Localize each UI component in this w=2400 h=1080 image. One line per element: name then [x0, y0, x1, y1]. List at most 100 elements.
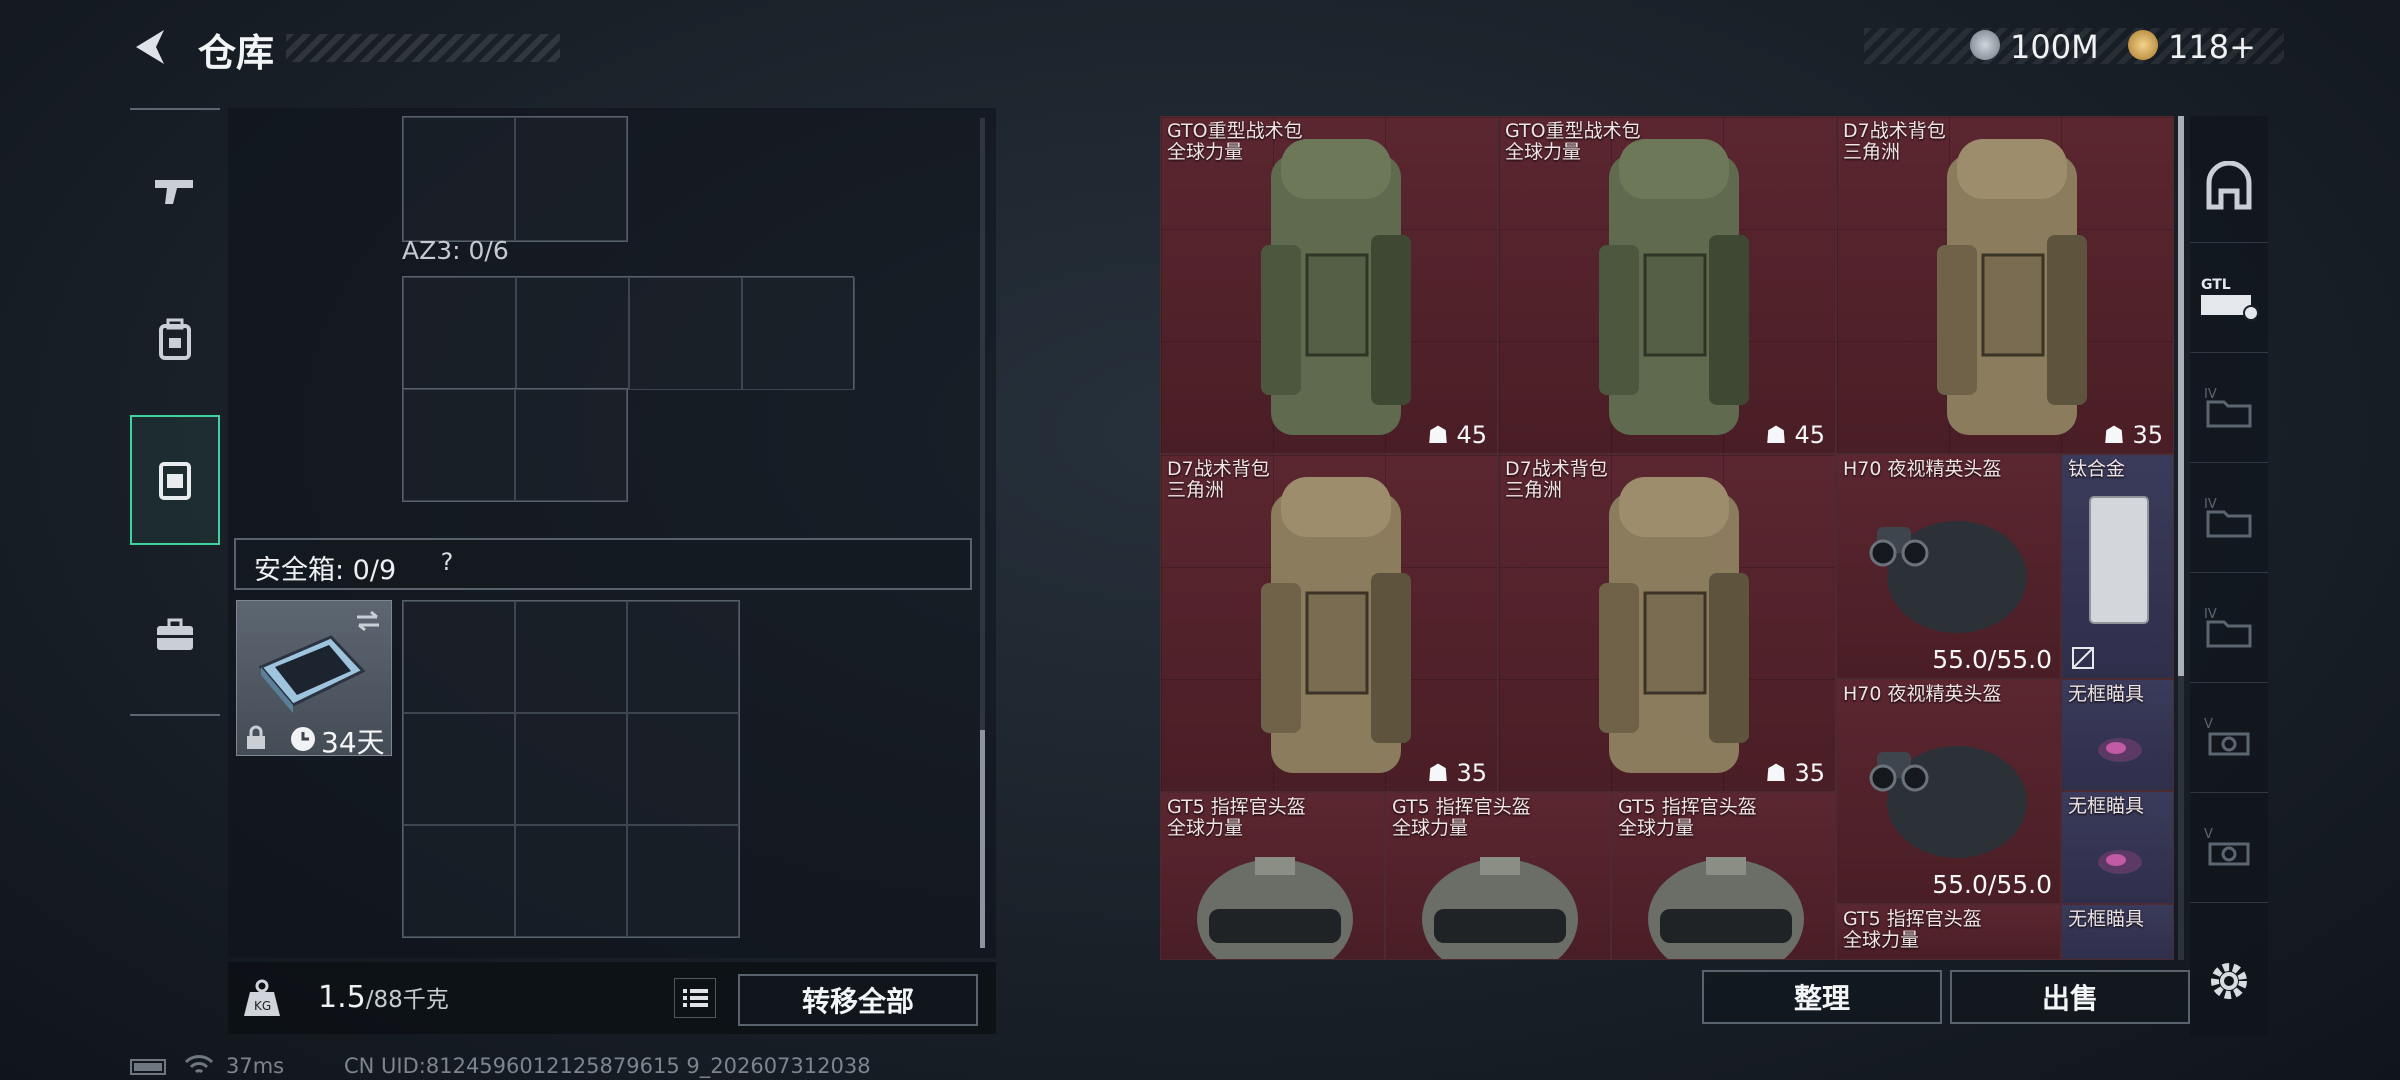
iv-folder-icon: IV: [2204, 497, 2252, 538]
organize-button[interactable]: 整理: [1702, 970, 1942, 1024]
commander-helmet-image: [1197, 857, 1353, 959]
stash-item[interactable]: GTO重型战术包 全球力量 ☗ 45: [1160, 116, 1498, 454]
item-name: GT5 指挥官头盔: [1392, 796, 1531, 818]
stash-item[interactable]: H70 夜视精英头盔 55.0/55.0: [1836, 454, 2061, 679]
item-name: D7战术背包: [1843, 120, 1946, 142]
safe-case-image: [258, 635, 366, 713]
container-scroll-thumb[interactable]: [980, 730, 985, 948]
iv-folder-icon: IV: [2204, 607, 2252, 648]
red-dot-sight-image: [2098, 738, 2142, 762]
safe-item-timer: 34天: [321, 726, 385, 759]
no-insurance-icon: [2072, 647, 2094, 669]
wifi-icon: [184, 1055, 214, 1074]
item-origin: 全球力量: [1618, 817, 1695, 839]
ping-readout: 37ms: [226, 1054, 285, 1078]
capacity-icon: ☗: [1765, 421, 1795, 449]
item-capacity: 35: [1794, 759, 1825, 787]
commander-helmet-image: [1648, 857, 1804, 959]
item-name: 无框瞄具: [2068, 683, 2145, 705]
rail-folder-1[interactable]: IV: [2190, 352, 2268, 463]
az3-grid-lower[interactable]: [402, 388, 628, 502]
safe-box-item[interactable]: 34天: [236, 600, 392, 759]
svg-text:KG: KG: [254, 999, 271, 1013]
settings-button[interactable]: [2190, 926, 2268, 1036]
lock-icon: [247, 725, 265, 749]
item-name: D7战术背包: [1167, 458, 1270, 480]
stash-item[interactable]: GTO重型战术包 全球力量 ☗ 45: [1498, 116, 1836, 454]
svg-text:GTL: GTL: [2201, 277, 2231, 293]
stash-item[interactable]: GT5 指挥官头盔 全球力量: [1385, 792, 1611, 960]
commander-helmet-image: [1422, 857, 1578, 959]
svg-text:IV: IV: [2204, 607, 2217, 622]
stash-item[interactable]: 无框瞄具: [2061, 904, 2174, 960]
battery-icon: [130, 1059, 166, 1075]
item-name: GT5 指挥官头盔: [1618, 796, 1757, 818]
backpack-image: [1261, 477, 1411, 773]
red-dot-sight-image: [2098, 850, 2142, 874]
item-capacity: 45: [1794, 421, 1825, 449]
stash-item[interactable]: D7战术背包 三角洲 ☗ 35: [1498, 454, 1836, 792]
bottom-bar: KG 1.5/88千克 转移全部: [228, 962, 996, 1034]
stash-item[interactable]: 无框瞄具: [2061, 791, 2174, 904]
item-durability: 55.0/55.0: [1932, 870, 2052, 899]
pocket-grid-top[interactable]: [402, 116, 628, 242]
stash-item[interactable]: D7战术背包 三角洲 ☗ 35: [1836, 116, 2174, 454]
briefcase-icon: [157, 618, 193, 650]
stash-item[interactable]: GT5 指挥官头盔 全球力量: [1611, 792, 1836, 960]
stash-grid[interactable]: GTO重型战术包 全球力量 ☗ 45 GTO重型战术包 全球力量 ☗ 45 D7战术…: [1160, 116, 2174, 960]
uid-text: CN UID:8124596012125879615 9_20260731203…: [344, 1054, 871, 1078]
transfer-all-button[interactable]: 转移全部: [738, 974, 978, 1026]
tab-safebox[interactable]: [130, 570, 220, 700]
stash-item[interactable]: 无框瞄具: [2061, 679, 2174, 791]
item-name: H70 夜视精英头盔: [1843, 683, 2002, 705]
swap-icon[interactable]: [353, 609, 383, 633]
help-icon[interactable]: ?: [430, 548, 464, 580]
rail-folder-2[interactable]: IV: [2190, 462, 2268, 573]
item-origin: 全球力量: [1167, 141, 1244, 163]
item-name: D7战术背包: [1505, 458, 1608, 480]
v-scope-icon: V: [2204, 827, 2250, 866]
list-icon: [683, 989, 708, 1007]
list-view-button[interactable]: [674, 978, 716, 1018]
sell-button[interactable]: 出售: [1950, 970, 2190, 1024]
stash-item[interactable]: GT5 指挥官头盔 全球力量: [1160, 792, 1385, 960]
tab-weapons[interactable]: [130, 126, 220, 256]
safe-box-grid[interactable]: [402, 600, 740, 938]
backpack-image: [1599, 139, 1749, 435]
item-origin: 全球力量: [1505, 141, 1582, 163]
stash-item[interactable]: GT5 指挥官头盔 全球力量: [1836, 904, 2061, 960]
back-icon[interactable]: [128, 24, 174, 70]
stash-item[interactable]: D7战术背包 三角洲 ☗ 35: [1160, 454, 1498, 792]
coin-icon: [1970, 30, 2000, 60]
item-name: GTO重型战术包: [1505, 120, 1641, 142]
svg-text:IV: IV: [2204, 497, 2217, 512]
item-origin: 三角洲: [1843, 141, 1901, 163]
capacity-icon: ☗: [1765, 759, 1795, 787]
rail-gtl[interactable]: GTL: [2190, 242, 2268, 353]
stash-item[interactable]: 钛合金: [2061, 454, 2174, 679]
rail-folder-3[interactable]: IV: [2190, 572, 2268, 683]
container-scrollbar[interactable]: [980, 118, 985, 948]
item-name: 无框瞄具: [2068, 795, 2145, 817]
armor-icon: [2206, 161, 2252, 210]
svg-text:IV: IV: [2204, 387, 2217, 402]
az3-grid[interactable]: [402, 276, 855, 390]
currency-bar: 100M 118+: [1864, 28, 2284, 66]
item-origin: 三角洲: [1505, 479, 1563, 501]
tab-chest-rig[interactable]: [130, 415, 220, 545]
vest-icon: [159, 462, 191, 500]
nv-helmet-image: [1869, 746, 2027, 858]
item-capacity: 35: [1456, 759, 1487, 787]
rail-scope-1[interactable]: V: [2190, 682, 2268, 793]
item-origin: 全球力量: [1392, 817, 1469, 839]
stash-item[interactable]: H70 夜视精英头盔 55.0/55.0: [1836, 679, 2061, 904]
rail-scope-2[interactable]: V: [2190, 792, 2268, 903]
rail-armor[interactable]: [2190, 132, 2268, 243]
stash-scroll-thumb[interactable]: [2178, 116, 2184, 676]
backpack-image: [1599, 477, 1749, 773]
capacity-icon: ☗: [1427, 759, 1457, 787]
currency-amount: 100M: [2010, 28, 2099, 66]
pistol-icon: [155, 180, 193, 204]
tab-backpack[interactable]: [130, 274, 220, 404]
weight-icon: KG: [244, 979, 280, 1016]
